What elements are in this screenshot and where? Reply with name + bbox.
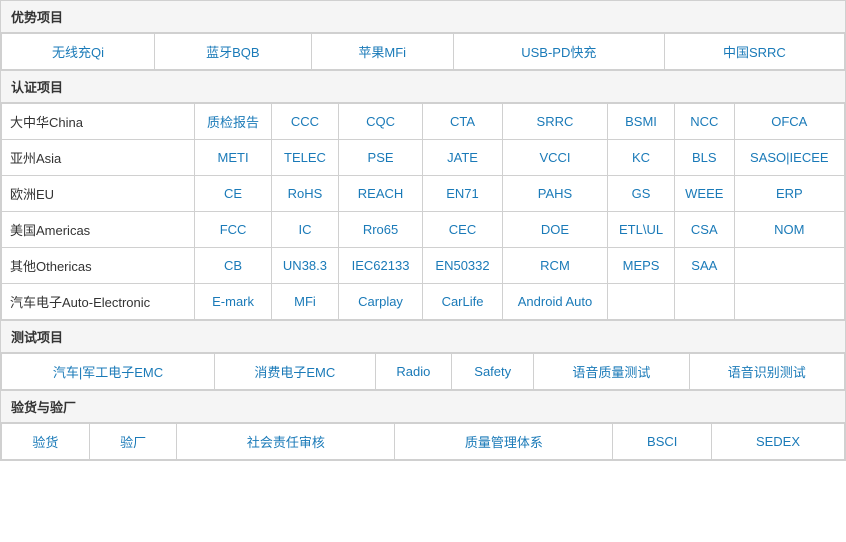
cert-item <box>734 284 844 320</box>
cert-item[interactable]: PAHS <box>502 176 607 212</box>
cert-item <box>608 284 675 320</box>
cert-item[interactable]: UN38.3 <box>272 248 339 284</box>
cert-item[interactable]: NOM <box>734 212 844 248</box>
testing-title: 测试项目 <box>1 321 845 353</box>
cert-item[interactable]: VCCI <box>502 140 607 176</box>
inspection-item[interactable]: SEDEX <box>712 424 845 460</box>
cert-item[interactable]: GS <box>608 176 675 212</box>
testing-item[interactable]: Radio <box>375 354 452 390</box>
inspection-item[interactable]: 社会责任审核 <box>177 424 395 460</box>
table-row: 美国Americas FCC IC Rro65 CEC DOE ETL\UL C… <box>2 212 845 248</box>
cert-item[interactable]: DOE <box>502 212 607 248</box>
cert-item[interactable]: MEPS <box>608 248 675 284</box>
cert-item[interactable]: SRRC <box>502 104 607 140</box>
cert-item[interactable]: IC <box>272 212 339 248</box>
cert-item[interactable]: 质检报告 <box>195 104 272 140</box>
cert-item[interactable]: SAA <box>674 248 734 284</box>
cert-item[interactable]: FCC <box>195 212 272 248</box>
row-label-others: 其他Othericas <box>2 248 195 284</box>
inspection-item[interactable]: 验货 <box>2 424 90 460</box>
cert-item[interactable]: CEC <box>423 212 503 248</box>
testing-item[interactable]: 语音质量测试 <box>534 354 689 390</box>
inspection-item[interactable]: BSCI <box>613 424 712 460</box>
cert-item[interactable]: OFCA <box>734 104 844 140</box>
cert-item[interactable]: CTA <box>423 104 503 140</box>
cert-item[interactable]: E-mark <box>195 284 272 320</box>
cert-item[interactable]: ERP <box>734 176 844 212</box>
advantage-item[interactable]: 蓝牙BQB <box>155 34 312 70</box>
certifications-section: 认证项目 大中华China 质检报告 CCC CQC CTA SRRC BSMI… <box>0 70 846 321</box>
certifications-title: 认证项目 <box>1 71 845 103</box>
table-row: 亚州Asia METI TELEC PSE JATE VCCI KC BLS S… <box>2 140 845 176</box>
advantages-title: 优势项目 <box>1 1 845 33</box>
cert-item[interactable]: ETL\UL <box>608 212 675 248</box>
cert-item[interactable]: WEEE <box>674 176 734 212</box>
table-row: 欧洲EU CE RoHS REACH EN71 PAHS GS WEEE ERP <box>2 176 845 212</box>
cert-item[interactable]: BSMI <box>608 104 675 140</box>
cert-item[interactable]: Carplay <box>338 284 422 320</box>
cert-item[interactable]: CSA <box>674 212 734 248</box>
cert-item[interactable]: Android Auto <box>502 284 607 320</box>
cert-item[interactable]: SASO|IECEE <box>734 140 844 176</box>
certifications-table: 大中华China 质检报告 CCC CQC CTA SRRC BSMI NCC … <box>1 103 845 320</box>
row-label-auto: 汽车电子Auto-Electronic <box>2 284 195 320</box>
cert-item[interactable]: RoHS <box>272 176 339 212</box>
cert-item[interactable]: BLS <box>674 140 734 176</box>
advantage-item[interactable]: 中国SRRC <box>664 34 844 70</box>
testing-item[interactable]: 消费电子EMC <box>215 354 376 390</box>
advantage-item[interactable]: 无线充Qi <box>2 34 155 70</box>
advantages-section: 优势项目 无线充Qi 蓝牙BQB 苹果MFi USB-PD快充 中国SRRC <box>0 0 846 71</box>
cert-item[interactable]: RCM <box>502 248 607 284</box>
cert-item[interactable]: PSE <box>338 140 422 176</box>
cert-item[interactable]: NCC <box>674 104 734 140</box>
inspection-title: 验货与验厂 <box>1 391 845 423</box>
row-label-americas: 美国Americas <box>2 212 195 248</box>
cert-item[interactable]: IEC62133 <box>338 248 422 284</box>
cert-item[interactable]: CQC <box>338 104 422 140</box>
advantages-table: 无线充Qi 蓝牙BQB 苹果MFi USB-PD快充 中国SRRC <box>1 33 845 70</box>
row-label-china: 大中华China <box>2 104 195 140</box>
cert-item[interactable]: EN71 <box>423 176 503 212</box>
row-label-eu: 欧洲EU <box>2 176 195 212</box>
table-row: 大中华China 质检报告 CCC CQC CTA SRRC BSMI NCC … <box>2 104 845 140</box>
cert-item[interactable]: MFi <box>272 284 339 320</box>
cert-item[interactable]: CarLife <box>423 284 503 320</box>
cert-item <box>674 284 734 320</box>
table-row: 其他Othericas CB UN38.3 IEC62133 EN50332 R… <box>2 248 845 284</box>
testing-item[interactable]: Safety <box>452 354 534 390</box>
row-label-asia: 亚州Asia <box>2 140 195 176</box>
testing-item[interactable]: 语音识别测试 <box>689 354 844 390</box>
testing-item[interactable]: 汽车|军工电子EMC <box>2 354 215 390</box>
cert-item <box>734 248 844 284</box>
testing-table: 汽车|军工电子EMC 消费电子EMC Radio Safety 语音质量测试 语… <box>1 353 845 390</box>
inspection-table: 验货 验厂 社会责任审核 质量管理体系 BSCI SEDEX <box>1 423 845 460</box>
cert-item[interactable]: TELEC <box>272 140 339 176</box>
cert-item[interactable]: CB <box>195 248 272 284</box>
inspection-item[interactable]: 质量管理体系 <box>395 424 613 460</box>
cert-item[interactable]: CCC <box>272 104 339 140</box>
inspection-section: 验货与验厂 验货 验厂 社会责任审核 质量管理体系 BSCI SEDEX <box>0 390 846 461</box>
cert-item[interactable]: CE <box>195 176 272 212</box>
cert-item[interactable]: EN50332 <box>423 248 503 284</box>
advantage-item[interactable]: 苹果MFi <box>311 34 453 70</box>
inspection-item[interactable]: 验厂 <box>89 424 177 460</box>
cert-item[interactable]: KC <box>608 140 675 176</box>
cert-item[interactable]: METI <box>195 140 272 176</box>
table-row: 汽车电子Auto-Electronic E-mark MFi Carplay C… <box>2 284 845 320</box>
advantage-item[interactable]: USB-PD快充 <box>453 34 664 70</box>
cert-item[interactable]: REACH <box>338 176 422 212</box>
testing-section: 测试项目 汽车|军工电子EMC 消费电子EMC Radio Safety 语音质… <box>0 320 846 391</box>
cert-item[interactable]: JATE <box>423 140 503 176</box>
cert-item[interactable]: Rro65 <box>338 212 422 248</box>
